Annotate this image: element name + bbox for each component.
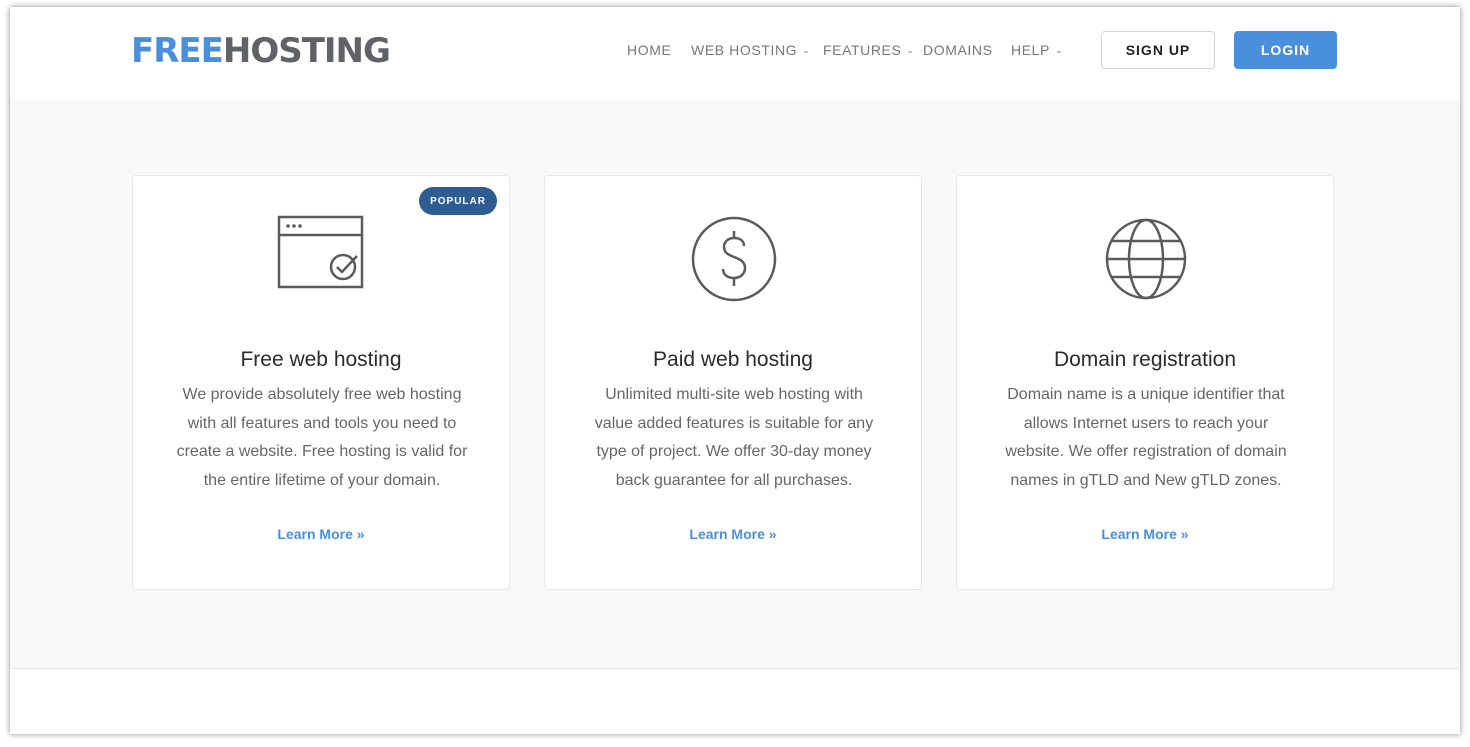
card-title: Paid web hosting [653,348,813,371]
globe-icon [1105,218,1187,300]
card-description: Domain name is a unique identifier that … [1005,386,1287,489]
card-paid-web-hosting: Paid web hosting Unlimited multi-site we… [544,175,922,590]
nav-home[interactable]: HOME [627,41,671,59]
nav-domains-label: DOMAINS [923,42,993,58]
card-description: We provide absolutely free web hosting w… [176,386,468,489]
nav-home-label: HOME [627,42,672,58]
logo-hosting-text: HOSTING [222,31,391,71]
sign-up-button[interactable]: SIGN UP [1101,31,1215,69]
browser-frame: FREEHOSTING HOME WEB HOSTING ⌄ FEATURES ⌄ … [10,7,1460,734]
footer-area [10,669,1460,734]
nav-web-hosting[interactable]: WEB HOSTING ⌄ [691,41,810,59]
dollar-coin-icon [691,216,777,302]
nav-help[interactable]: HELP ⌄ [1011,41,1063,59]
nav-web-hosting-label: WEB HOSTING [691,42,798,58]
learn-more-link[interactable]: Learn More » [957,526,1333,542]
browser-window-check-icon [277,215,364,289]
site-logo[interactable]: FREEHOSTING [131,31,391,71]
learn-more-link[interactable]: Learn More » [133,526,509,542]
logo-free-text: FREE [131,31,224,71]
site-header: FREEHOSTING HOME WEB HOSTING ⌄ FEATURES ⌄ … [10,7,1460,99]
nav-domains[interactable]: DOMAINS [923,41,993,59]
chevron-down-icon: ⌄ [906,45,915,55]
chevron-down-icon: ⌄ [802,45,811,55]
popular-badge: POPULAR [419,187,497,215]
card-domain-registration: Domain registration Domain name is a uni… [956,175,1334,590]
card-description: Unlimited multi-site web hosting with va… [594,386,874,489]
card-title: Free web hosting [240,348,402,371]
learn-more-link[interactable]: Learn More » [545,526,921,542]
chevron-down-icon: ⌄ [1054,45,1064,55]
nav-features-label: FEATURES [823,42,902,58]
nav-help-label: HELP [1011,42,1050,58]
card-title: Domain registration [1053,348,1237,371]
services-section: POPULAR Free web hosting We provide abso… [10,99,1460,669]
login-button[interactable]: LOGIN [1234,31,1337,69]
card-free-web-hosting: POPULAR Free web hosting We provide abso… [132,175,510,590]
nav-features[interactable]: FEATURES ⌄ [823,41,915,59]
